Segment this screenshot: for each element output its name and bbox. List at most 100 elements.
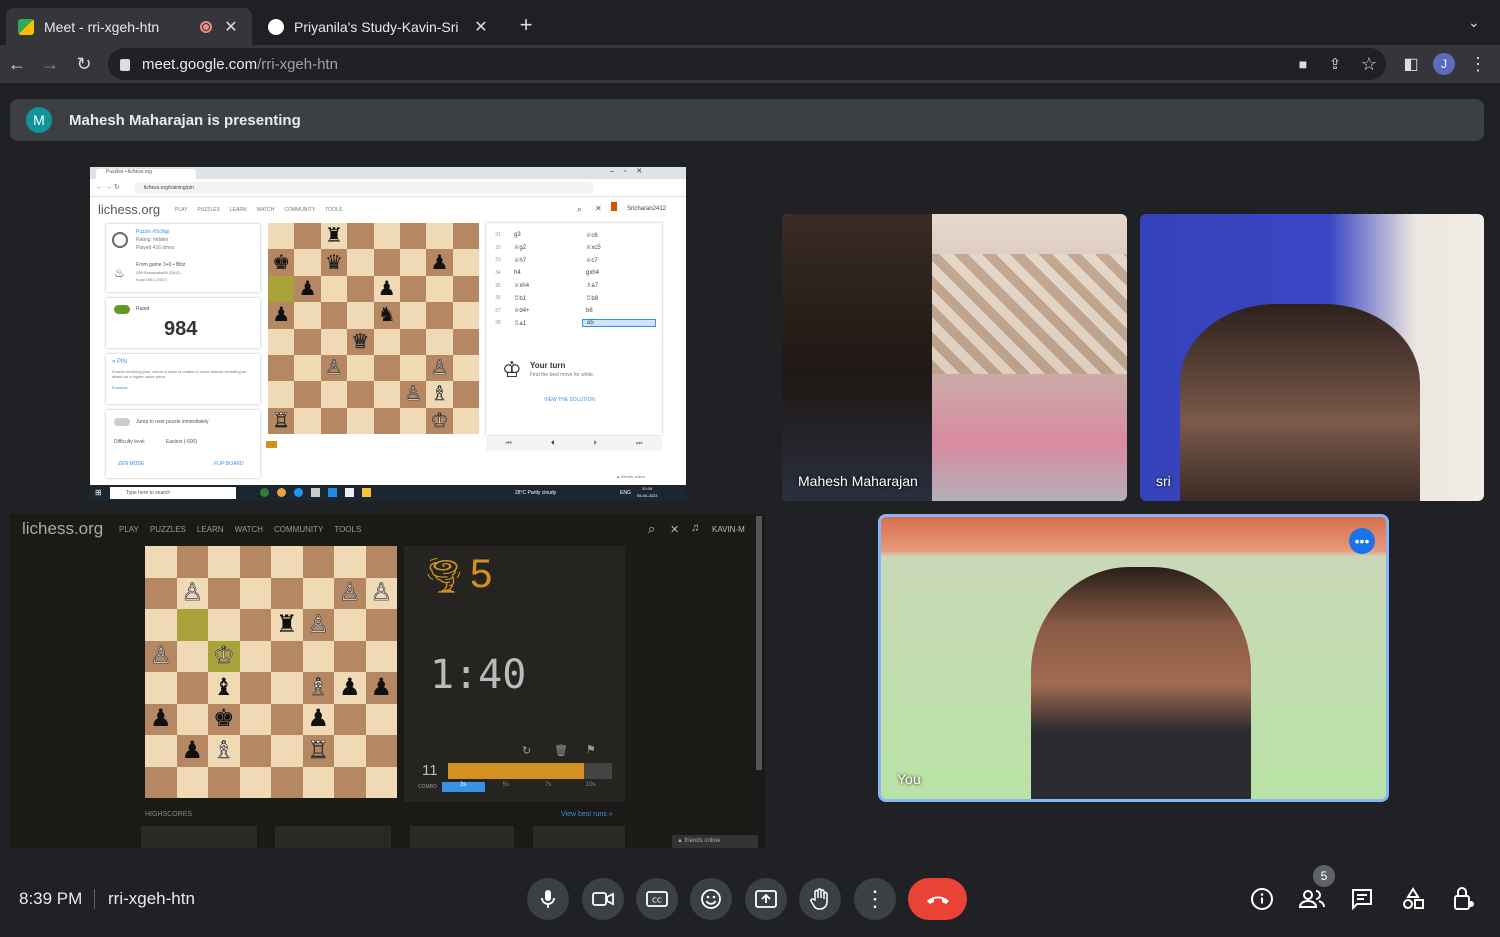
- board-square[interactable]: [271, 577, 303, 609]
- store-icon[interactable]: [311, 488, 320, 497]
- close-icon[interactable]: ✕: [670, 523, 679, 536]
- leave-call-button[interactable]: [908, 878, 967, 920]
- board-square[interactable]: ♚: [208, 703, 240, 735]
- move-black[interactable]: gxh4: [582, 270, 656, 276]
- trash-icon[interactable]: 🗑: [554, 744, 568, 757]
- board-square[interactable]: [268, 328, 295, 355]
- board-square[interactable]: [208, 766, 240, 798]
- prev-move-icon[interactable]: ⏴: [551, 440, 555, 448]
- move-black[interactable]: ♕c6: [582, 232, 656, 239]
- board-square[interactable]: [373, 354, 400, 382]
- friends-online[interactable]: ▲ friends online: [616, 474, 645, 479]
- board-square[interactable]: [365, 766, 397, 798]
- chess-piece[interactable]: ♖: [307, 738, 329, 763]
- board-square[interactable]: [334, 703, 366, 735]
- nav-tools[interactable]: TOOLS: [325, 207, 342, 213]
- chess-piece[interactable]: ♙: [430, 358, 449, 379]
- board-square[interactable]: [334, 766, 366, 798]
- board-square[interactable]: [145, 672, 177, 704]
- board-square[interactable]: [452, 223, 479, 250]
- app-icon[interactable]: [328, 488, 337, 497]
- theme-example[interactable]: Example: [112, 385, 128, 390]
- move-white[interactable]: ♕d4+: [510, 307, 582, 314]
- move-black[interactable]: ♕xc5: [582, 244, 656, 251]
- chess-piece[interactable]: ♙: [181, 580, 203, 605]
- chess-piece[interactable]: ♜: [325, 226, 343, 246]
- back-icon[interactable]: ←: [2, 45, 32, 83]
- board-square[interactable]: [399, 354, 427, 382]
- board-square[interactable]: ♝: [208, 672, 240, 704]
- board-square[interactable]: [294, 223, 321, 250]
- chess-piece[interactable]: ♟: [370, 675, 392, 700]
- chess-piece[interactable]: ♙: [307, 612, 329, 637]
- chess-piece[interactable]: ♟: [339, 675, 361, 700]
- board-square[interactable]: ♔: [426, 407, 453, 434]
- nav-learn[interactable]: LEARN: [230, 207, 247, 213]
- board-square[interactable]: [208, 546, 240, 578]
- board-square[interactable]: [302, 546, 334, 578]
- move-white[interactable]: ♕g2: [510, 244, 582, 251]
- board-square[interactable]: [302, 640, 334, 672]
- profile-avatar[interactable]: J: [1433, 53, 1455, 75]
- nav-play[interactable]: PLAY: [119, 525, 139, 534]
- board-square[interactable]: [452, 328, 479, 355]
- microphone-button[interactable]: [527, 878, 569, 920]
- chess-piece[interactable]: ♟: [299, 279, 317, 299]
- present-button[interactable]: [745, 878, 787, 920]
- browser-menu-icon[interactable]: ⋮: [1463, 45, 1493, 83]
- nav-community[interactable]: COMMUNITY: [284, 207, 315, 213]
- board-square[interactable]: [426, 223, 453, 250]
- move-black[interactable]: ♗a7: [582, 282, 656, 289]
- close-tab-icon[interactable]: ✕: [222, 17, 240, 37]
- board-square[interactable]: [268, 381, 295, 408]
- nav-community[interactable]: COMMUNITY: [274, 525, 323, 534]
- board-square[interactable]: [347, 223, 374, 250]
- board-square[interactable]: [271, 546, 303, 578]
- board-square[interactable]: [302, 577, 334, 609]
- board-square[interactable]: [176, 640, 208, 672]
- board-square[interactable]: [320, 328, 348, 355]
- board-square[interactable]: [334, 735, 366, 767]
- board-square[interactable]: [347, 302, 374, 329]
- edge-icon[interactable]: [294, 488, 303, 497]
- taskbar-search[interactable]: Type here to search: [110, 487, 236, 499]
- move-black[interactable]: a5: [582, 319, 656, 328]
- board-square[interactable]: ♗: [208, 735, 240, 767]
- chess-piece[interactable]: ♝: [213, 675, 235, 700]
- settings-icon[interactable]: [345, 488, 354, 497]
- activities-button[interactable]: [1399, 885, 1427, 913]
- board-square[interactable]: [365, 735, 397, 767]
- difficulty-select[interactable]: Easiest (-600): [166, 439, 197, 445]
- board-square[interactable]: [176, 703, 208, 735]
- folder-icon[interactable]: [362, 488, 371, 497]
- board-square[interactable]: [334, 609, 366, 641]
- chess-piece[interactable]: ♙: [325, 358, 344, 379]
- nav-puzzles[interactable]: PUZZLES: [197, 207, 220, 213]
- board-square[interactable]: [399, 275, 427, 303]
- next-move-icon[interactable]: ⏵: [594, 440, 598, 448]
- board-square[interactable]: ♙: [176, 577, 208, 609]
- board-square[interactable]: [365, 703, 397, 735]
- board-square[interactable]: ♗: [302, 672, 334, 704]
- raise-hand-button[interactable]: [799, 878, 841, 920]
- board-square[interactable]: [294, 249, 321, 276]
- board-square[interactable]: [239, 766, 271, 798]
- board-square[interactable]: ♟: [145, 703, 177, 735]
- view-best-runs-link[interactable]: View best runs »: [561, 811, 613, 818]
- chess-piece[interactable]: ♟: [307, 707, 329, 731]
- chess-piece[interactable]: ♟: [150, 707, 172, 731]
- video-tile-you[interactable]: ••• You: [878, 514, 1389, 802]
- board-square[interactable]: [176, 672, 208, 704]
- notification-icon[interactable]: [611, 202, 617, 211]
- board-square[interactable]: ♖: [268, 407, 295, 434]
- chess-piece[interactable]: ♗: [430, 384, 449, 405]
- chess-piece[interactable]: ♙: [370, 580, 392, 605]
- search-icon[interactable]: ⌕: [577, 204, 582, 215]
- nav-puzzles[interactable]: PUZZLES: [150, 525, 186, 534]
- move-white[interactable]: g3: [510, 232, 582, 238]
- board-square[interactable]: [399, 249, 427, 276]
- nav-learn[interactable]: LEARN: [197, 525, 224, 534]
- meeting-code[interactable]: rri-xgeh-htn: [108, 889, 195, 909]
- board-square[interactable]: [452, 249, 479, 276]
- board-square[interactable]: ♛: [320, 249, 348, 276]
